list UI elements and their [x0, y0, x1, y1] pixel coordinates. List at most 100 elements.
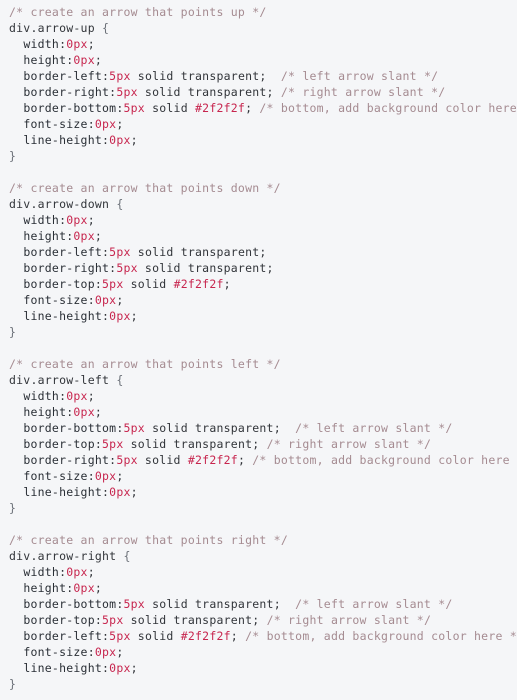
code-line[interactable]: border-bottom:5px solid #2f2f2f; /* bott…: [0, 100, 517, 116]
token-plain: solid: [130, 629, 181, 643]
code-line[interactable]: border-right:5px solid transparent; /* r…: [0, 84, 517, 100]
code-line[interactable]: width:0px;: [0, 564, 517, 580]
code-line[interactable]: height:0px;: [0, 52, 517, 68]
token-prop: width: [23, 389, 60, 403]
token-punct: ;: [130, 661, 138, 675]
code-line-blank[interactable]: [0, 516, 517, 532]
code-line[interactable]: /* create an arrow that points down */: [0, 180, 517, 196]
token-prop: border-top: [23, 437, 95, 451]
code-line[interactable]: font-size:0px;: [0, 116, 517, 132]
token-punct: ;: [116, 293, 124, 307]
token-plain: solid transparent: [130, 245, 260, 259]
token-punct: :: [87, 293, 95, 307]
token-prop: height: [23, 581, 67, 595]
code-line[interactable]: width:0px;: [0, 212, 517, 228]
code-line[interactable]: /* create an arrow that points right */: [0, 532, 517, 548]
code-line[interactable]: height:0px;: [0, 580, 517, 596]
token-comment: /* bottom, add background color here */: [252, 453, 517, 467]
token-prop: border-right: [23, 85, 110, 99]
code-line[interactable]: height:0px;: [0, 228, 517, 244]
token-brace: {: [123, 549, 131, 563]
code-line[interactable]: line-height:0px;: [0, 660, 517, 676]
token-prop: font-size: [23, 117, 88, 131]
token-prop: font-size: [23, 645, 88, 659]
code-line[interactable]: border-bottom:5px solid transparent; /* …: [0, 420, 517, 436]
token-comment: /* create an arrow that points up */: [9, 5, 267, 19]
code-line[interactable]: font-size:0px;: [0, 644, 517, 660]
code-line[interactable]: div.arrow-up {: [0, 20, 517, 36]
code-line[interactable]: border-top:5px solid transparent; /* rig…: [0, 436, 517, 452]
token-selector: div.arrow-down: [9, 197, 117, 211]
token-prop: width: [23, 37, 60, 51]
token-selector: div.arrow-left: [9, 373, 117, 387]
token-value: 5px: [116, 261, 138, 275]
code-line[interactable]: border-right:5px solid transparent;: [0, 260, 517, 276]
token-value: #2f2f2f: [187, 453, 238, 467]
token-punct: :: [87, 117, 95, 131]
token-plain: solid: [144, 101, 196, 115]
code-line[interactable]: border-left:5px solid #2f2f2f; /* bottom…: [0, 628, 517, 644]
token-value: 0px: [109, 133, 131, 147]
code-line[interactable]: div.arrow-down {: [0, 196, 517, 212]
token-plain: solid transparent: [123, 613, 253, 627]
token-value: 0px: [66, 213, 88, 227]
token-comment: /* create an arrow that points right */: [9, 533, 288, 547]
code-line[interactable]: border-left:5px solid transparent;: [0, 244, 517, 260]
code-viewer[interactable]: /* create an arrow that points up */div.…: [0, 0, 517, 700]
token-value: 5px: [102, 437, 124, 451]
code-line[interactable]: border-left:5px solid transparent; /* le…: [0, 68, 517, 84]
token-value: 0px: [73, 53, 95, 67]
code-line[interactable]: border-right:5px solid #2f2f2f; /* botto…: [0, 452, 517, 468]
code-line[interactable]: line-height:0px;: [0, 484, 517, 500]
token-prop: height: [23, 405, 67, 419]
token-prop: border-bottom: [23, 101, 117, 115]
token-comment: /* create an arrow that points down */: [9, 181, 281, 195]
code-line[interactable]: width:0px;: [0, 388, 517, 404]
token-selector: div.arrow-right: [9, 549, 124, 563]
code-line[interactable]: line-height:0px;: [0, 132, 517, 148]
code-line[interactable]: border-bottom:5px solid transparent; /* …: [0, 596, 517, 612]
code-block-arrow-left: /* create an arrow that points left */di…: [0, 356, 517, 532]
code-line[interactable]: font-size:0px;: [0, 292, 517, 308]
code-line[interactable]: }: [0, 500, 517, 516]
code-line[interactable]: border-top:5px solid #2f2f2f;: [0, 276, 517, 292]
token-prop: height: [23, 53, 67, 67]
token-value: 0px: [109, 485, 131, 499]
code-line[interactable]: }: [0, 676, 517, 692]
code-line-blank[interactable]: [0, 340, 517, 356]
code-line-blank[interactable]: [0, 164, 517, 180]
code-line[interactable]: height:0px;: [0, 404, 517, 420]
token-comment: /* right arrow slant */: [266, 613, 432, 627]
code-line[interactable]: line-height:0px;: [0, 308, 517, 324]
token-plain: solid: [123, 277, 174, 291]
token-comment: /* left arrow slant */: [295, 421, 453, 435]
token-comment: /* left arrow slant */: [295, 597, 453, 611]
code-line[interactable]: font-size:0px;: [0, 468, 517, 484]
token-punct: ;: [87, 565, 95, 579]
code-line[interactable]: border-top:5px solid transparent; /* rig…: [0, 612, 517, 628]
code-line[interactable]: }: [0, 324, 517, 340]
token-punct: ;: [87, 213, 95, 227]
token-prop: line-height: [23, 661, 103, 675]
code-line[interactable]: /* create an arrow that points up */: [0, 4, 517, 20]
code-line[interactable]: div.arrow-left {: [0, 372, 517, 388]
token-value: 0px: [73, 405, 95, 419]
token-prop: font-size: [23, 293, 88, 307]
token-brace: {: [116, 373, 124, 387]
token-value: 5px: [123, 101, 145, 115]
token-brace: }: [9, 149, 17, 163]
code-block-arrow-up: /* create an arrow that points up */div.…: [0, 4, 517, 180]
code-line[interactable]: width:0px;: [0, 36, 517, 52]
token-brace: }: [9, 677, 17, 691]
code-line[interactable]: div.arrow-right {: [0, 548, 517, 564]
code-line[interactable]: }: [0, 148, 517, 164]
code-line[interactable]: /* create an arrow that points left */: [0, 356, 517, 372]
